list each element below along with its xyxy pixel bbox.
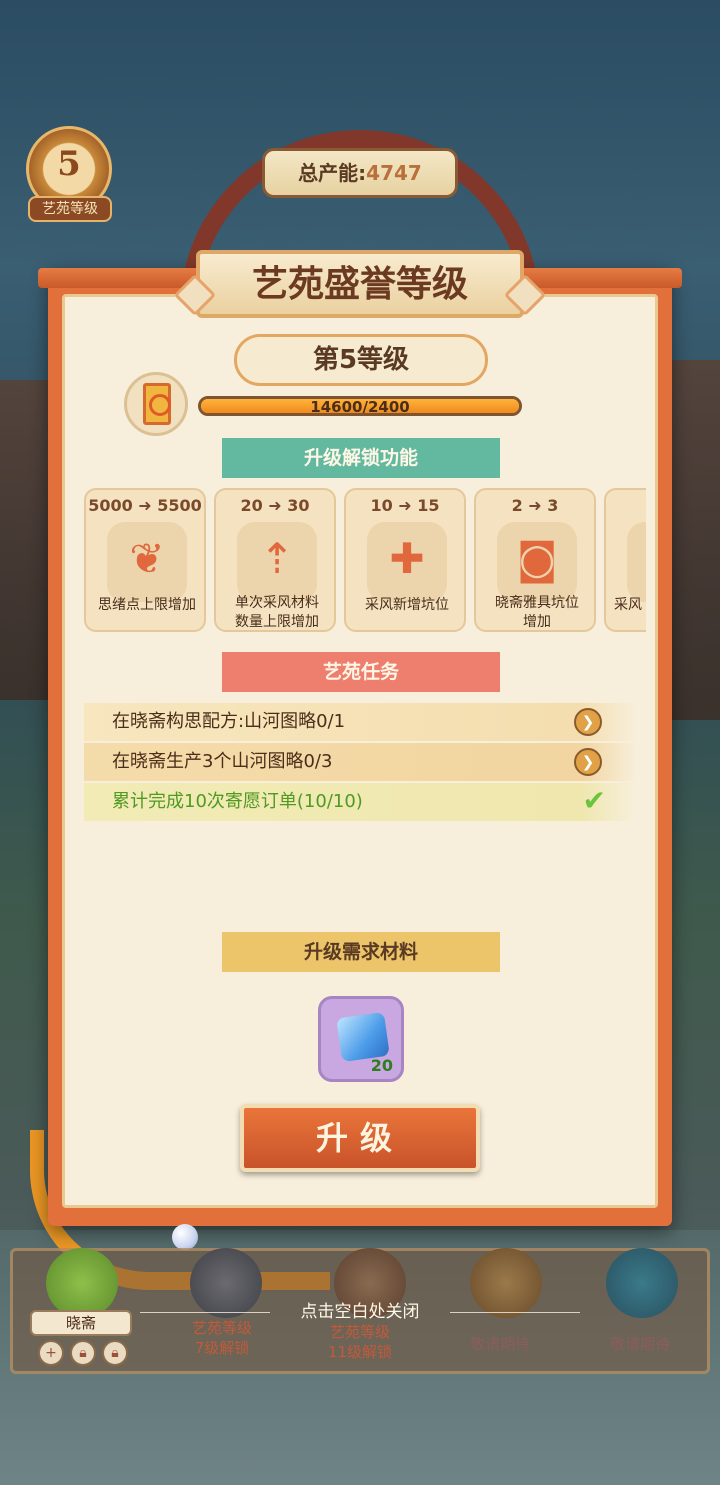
feature-card[interactable]: 5000 ➜ 5500 ❦ 思绪点上限增加 — [84, 488, 206, 632]
ice-cube-icon — [336, 1011, 390, 1063]
slot-line1: 艺苑等级 — [329, 1323, 390, 1341]
lock-icon: 🔒︎ — [102, 1340, 128, 1366]
prestige-banner-icon — [124, 372, 188, 436]
slot-unlock-info: 艺苑等级 7级解锁 — [152, 1318, 292, 1358]
dialog-title: 艺苑盛誉等级 — [196, 250, 524, 318]
task-text: 在晓斋构思配方:山河图略0/1 — [112, 711, 346, 732]
feature-range: 5000 ➜ 5500 — [88, 496, 202, 515]
feature-name: 采风新增坑位 — [365, 597, 449, 613]
go-arrow-icon[interactable]: ❯ — [574, 748, 602, 776]
task-text: 在晓斋生产3个山河图略0/3 — [112, 751, 333, 772]
bird-arrow-icon: ⇡ — [259, 534, 295, 583]
unlock-features-header: 升级解锁功能 — [222, 438, 500, 478]
slot-coming-soon: 敬请期待 — [609, 1335, 670, 1353]
feature-name: 晓斋雅具坑位 增加 — [495, 595, 579, 630]
task-row[interactable]: 在晓斋生产3个山河图略0/3 ❯ — [84, 743, 636, 781]
total-power-value: 4747 — [366, 161, 422, 185]
level-badge[interactable]: 5 艺苑等级 — [14, 126, 124, 226]
feature-range: 2 ➜ 3 — [511, 496, 559, 515]
banner-icon: ◙ — [516, 534, 558, 583]
ink-scroll-icon: ❦ — [129, 534, 165, 583]
feature-name: 采风 — [614, 597, 642, 613]
feature-card[interactable]: ◆ 采风 — [604, 488, 646, 632]
tasks-header: 艺苑任务 — [222, 652, 500, 692]
go-arrow-icon[interactable]: ❯ — [574, 708, 602, 736]
material-count: 20 — [370, 1056, 393, 1075]
level-label: 艺苑等级 — [28, 196, 112, 222]
prestige-progress-bar: 14600/2400 — [198, 396, 522, 416]
tassel-bead — [172, 1224, 198, 1250]
slot-line2: 7级解锁 — [194, 1339, 250, 1357]
banner-flag-icon — [143, 383, 171, 425]
progress-text: 14600/2400 — [310, 398, 410, 416]
feature-range: 10 ➜ 15 — [370, 496, 440, 515]
task-text: 累计完成10次寄愿订单(10/10) — [112, 791, 363, 812]
materials-header: 升级需求材料 — [222, 932, 500, 972]
parrot-icon[interactable] — [46, 1248, 118, 1318]
upgrade-button[interactable]: 升级 — [240, 1104, 480, 1172]
total-power-label: 总产能: — [298, 161, 367, 185]
slot-coming-soon: 敬请期待 — [469, 1335, 530, 1353]
feature-name: 思绪点上限增加 — [98, 597, 196, 613]
slot-line2: 11级解锁 — [327, 1343, 393, 1361]
rank-label: 第5等级 — [234, 334, 488, 386]
unlock-features-list[interactable]: 5000 ➜ 5500 ❦ 思绪点上限增加 20 ➜ 30 ⇡ 单次采风材料 数… — [84, 488, 646, 634]
bird-plus-icon: ✚ — [389, 534, 425, 583]
feature-name: 单次采风材料 数量上限增加 — [235, 595, 319, 630]
level-number: 5 — [57, 144, 81, 184]
peacock-icon — [606, 1248, 678, 1318]
total-power-display: 总产能:4747 — [262, 148, 458, 198]
add-icon[interactable]: + — [38, 1340, 64, 1366]
slot-name: 晓斋 — [30, 1310, 132, 1336]
feature-card[interactable]: 2 ➜ 3 ◙ 晓斋雅具坑位 增加 — [474, 488, 596, 632]
lock-icon: 🔒︎ — [70, 1340, 96, 1366]
material-item[interactable]: 20 — [318, 996, 404, 1082]
task-row: 累计完成10次寄愿订单(10/10) ✔ — [84, 783, 636, 821]
checkmark-icon: ✔ — [582, 784, 606, 817]
slot-unlock-info: 艺苑等级 11级解锁 — [290, 1322, 430, 1362]
feature-card[interactable]: 20 ➜ 30 ⇡ 单次采风材料 数量上限增加 — [214, 488, 336, 632]
feature-range: 20 ➜ 30 — [240, 496, 310, 515]
feature-card[interactable]: 10 ➜ 15 ✚ 采风新增坑位 — [344, 488, 466, 632]
gem-icon: ◆ — [627, 534, 646, 583]
slot-line1: 艺苑等级 — [191, 1319, 252, 1337]
task-row[interactable]: 在晓斋构思配方:山河图略0/1 ❯ — [84, 703, 636, 741]
